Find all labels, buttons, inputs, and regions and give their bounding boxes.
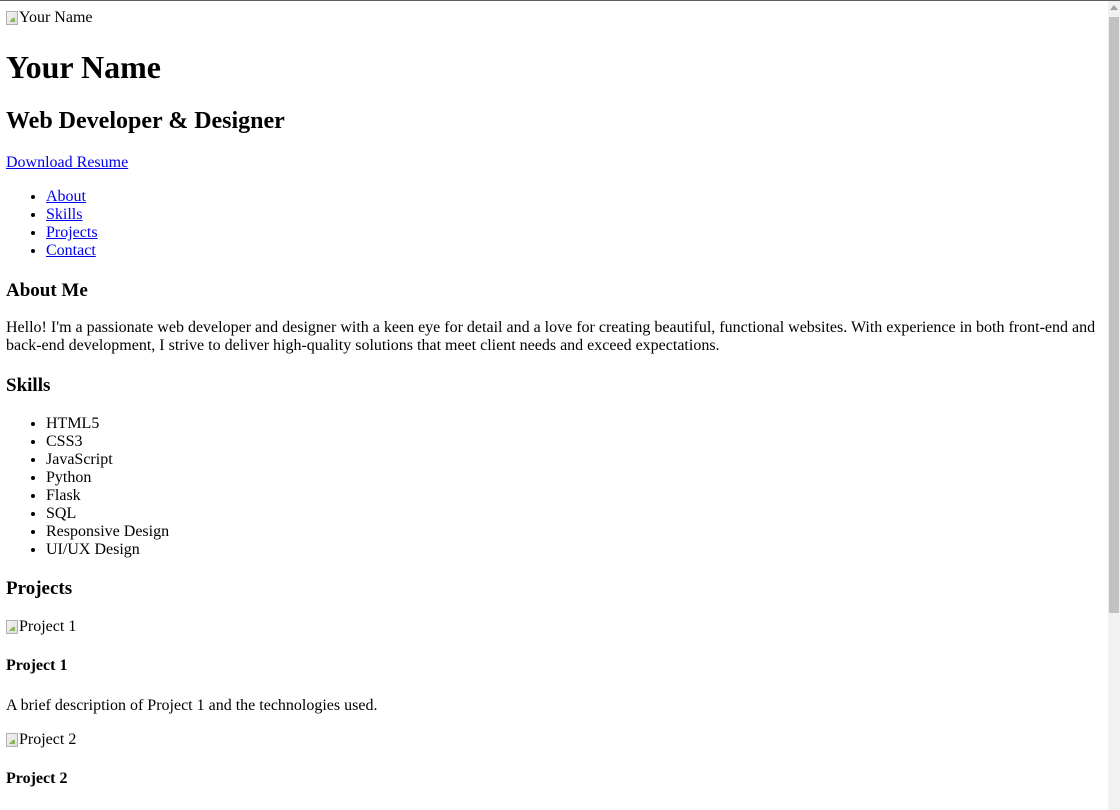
nav-link-skills[interactable]: Skills: [46, 206, 82, 223]
skill-item: UI/UX Design: [46, 541, 169, 559]
project-1-image: Project 1: [6, 618, 76, 636]
about-text: Hello! I'm a passionate web developer an…: [6, 319, 1096, 354]
skills-list: HTML5 CSS3 JavaScript Python Flask SQL R…: [6, 415, 169, 559]
nav-item-projects: Projects: [46, 224, 98, 242]
skill-item: HTML5: [46, 415, 169, 433]
about-heading: About Me: [6, 280, 88, 301]
main-nav: About Skills Projects Contact: [6, 188, 98, 260]
project-1-description: A brief description of Project 1 and the…: [6, 697, 378, 714]
vertical-scrollbar[interactable]: [1108, 1, 1120, 810]
profile-image: Your Name: [6, 9, 92, 27]
profile-image-alt: Your Name: [19, 9, 93, 26]
scrollbar-thumb[interactable]: [1109, 17, 1119, 613]
project-2-image: Project 2: [6, 731, 76, 749]
download-resume-link[interactable]: Download Resume: [6, 154, 128, 171]
nav-link-projects[interactable]: Projects: [46, 224, 98, 241]
broken-image-icon: [6, 733, 18, 747]
scroll-up-arrow-icon[interactable]: [1110, 5, 1118, 10]
skill-item: CSS3: [46, 433, 169, 451]
nav-item-contact: Contact: [46, 242, 98, 260]
skill-item: Flask: [46, 487, 169, 505]
project-2-image-alt: Project 2: [19, 731, 77, 748]
broken-image-icon: [6, 620, 18, 634]
projects-heading: Projects: [6, 578, 73, 599]
nav-item-about: About: [46, 188, 98, 206]
page-subtitle: Web Developer & Designer: [6, 108, 285, 134]
skill-item: Python: [46, 469, 169, 487]
page-title: Your Name: [6, 49, 161, 85]
broken-image-icon: [6, 11, 18, 25]
nav-item-skills: Skills: [46, 206, 98, 224]
skill-item: SQL: [46, 505, 169, 523]
nav-link-contact[interactable]: Contact: [46, 242, 96, 259]
skill-item: Responsive Design: [46, 523, 169, 541]
project-2-title: Project 2: [6, 770, 68, 787]
skills-heading: Skills: [6, 375, 51, 396]
project-1-image-alt: Project 1: [19, 618, 77, 635]
project-1-title: Project 1: [6, 657, 68, 674]
nav-link-about[interactable]: About: [46, 188, 86, 205]
skill-item: JavaScript: [46, 451, 169, 469]
